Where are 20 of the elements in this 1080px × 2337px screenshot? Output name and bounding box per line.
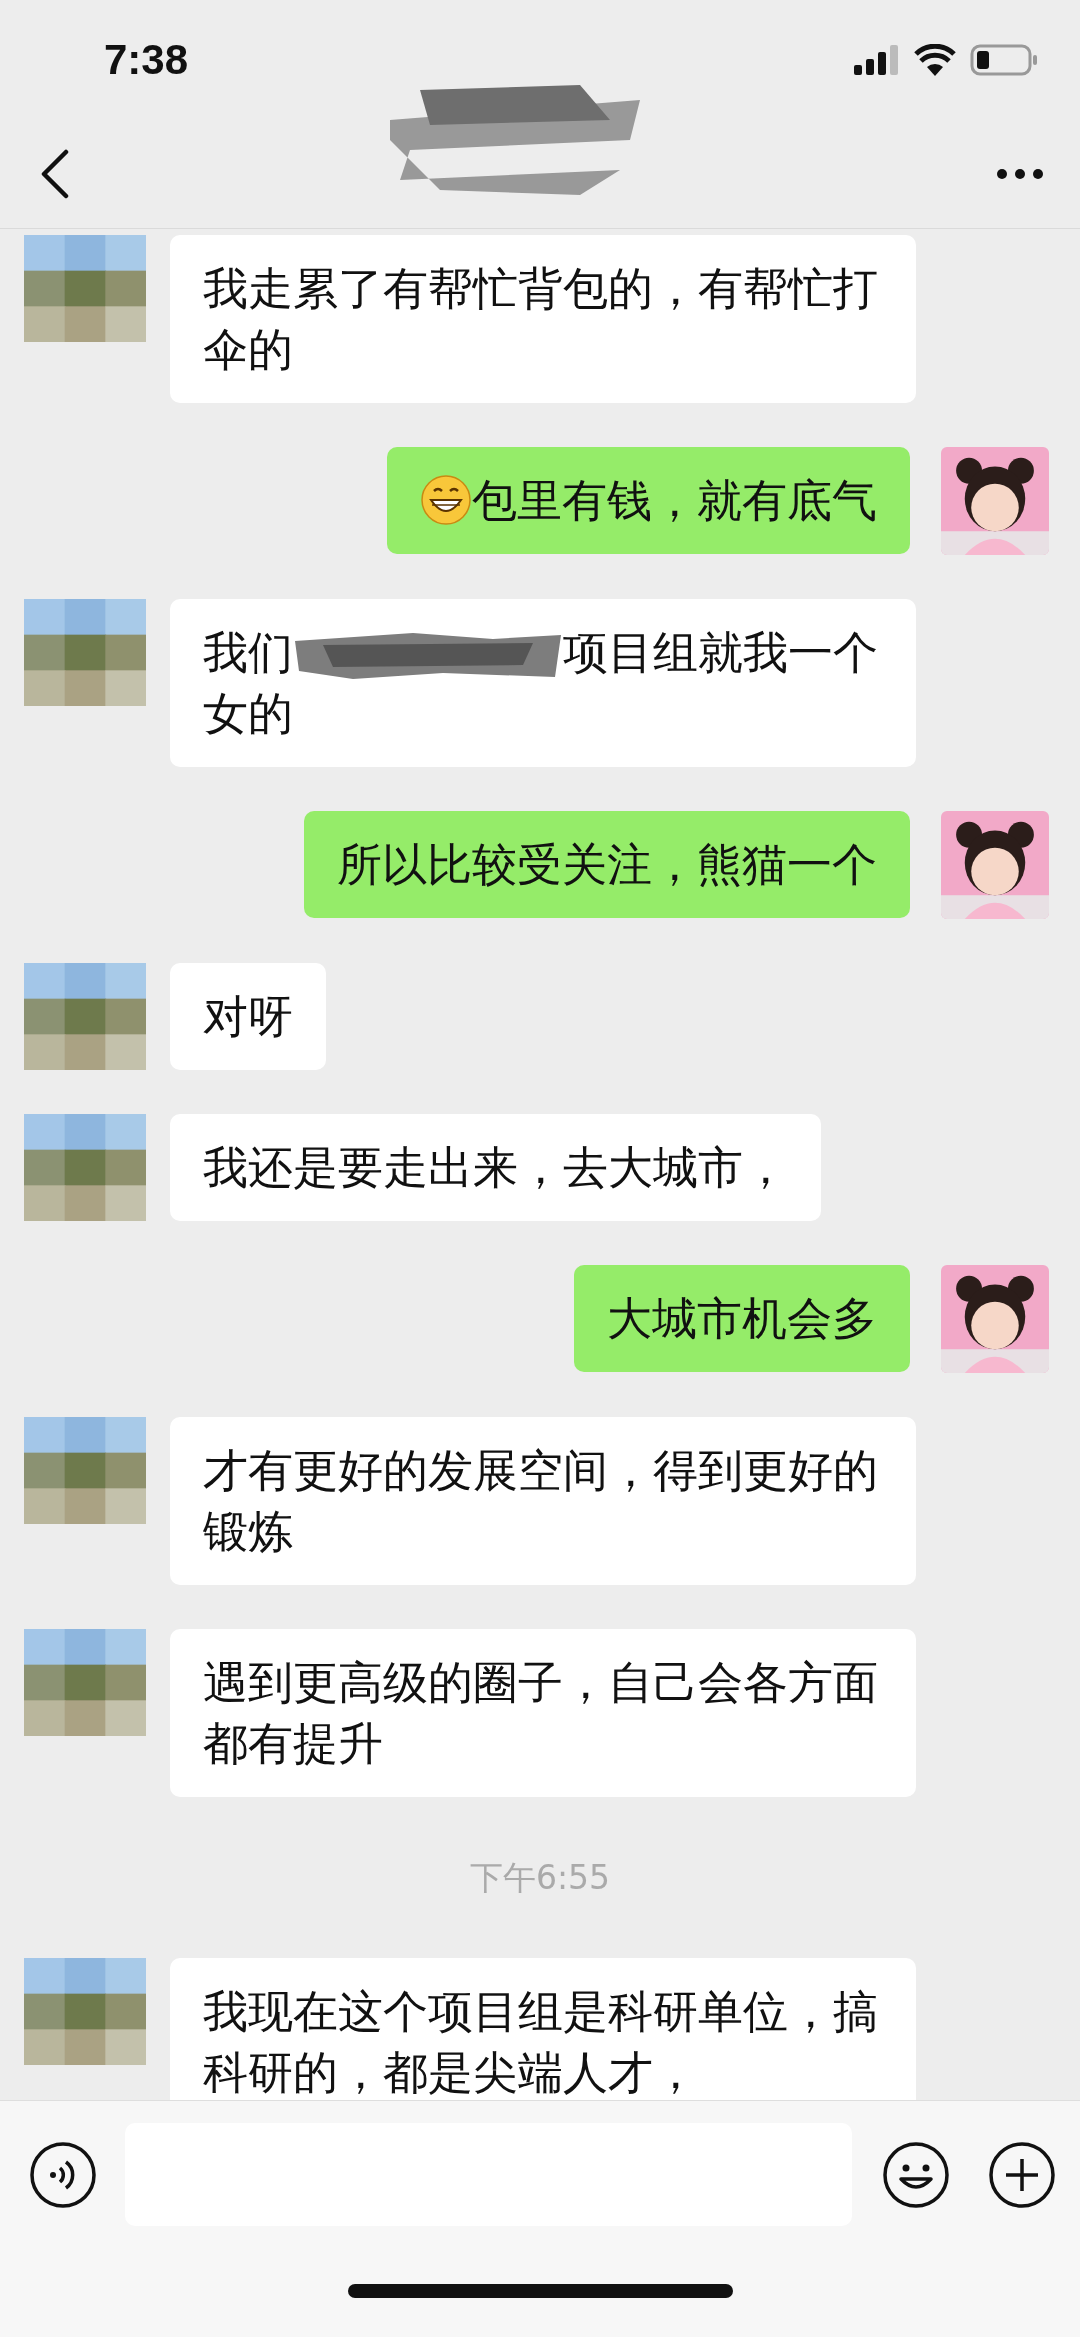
- message-bubble: 我现在这个项目组是科研单位，搞科研的，都是尖端人才，: [170, 1958, 916, 2100]
- message-bubble: 我还是要走出来，去大城市，: [170, 1114, 821, 1221]
- battery-icon: [970, 44, 1040, 76]
- message-bubble: 我走累了有帮忙背包的，有帮忙打伞的: [170, 235, 916, 403]
- wifi-icon: [914, 44, 956, 76]
- message-bubble: 对呀: [170, 963, 326, 1070]
- more-icon[interactable]: [996, 168, 1044, 180]
- timestamp: 下午6:55: [469, 1857, 611, 1899]
- message-bubble: 遇到更高级的圈子，自己会各方面都有提升: [170, 1629, 916, 1797]
- message-bubble: 我们 项目组就我一个女的: [170, 599, 916, 767]
- voice-icon[interactable]: [29, 2140, 97, 2209]
- message-bubble: 所以比较受关注，熊猫一个: [304, 811, 910, 918]
- back-icon[interactable]: [40, 149, 70, 199]
- status-time: 7:38: [104, 36, 190, 84]
- message-bubble: 才有更好的发展空间，得到更好的锻炼: [170, 1417, 916, 1585]
- emoji-icon[interactable]: [882, 2140, 950, 2209]
- message-bubble: 包里有钱，就有底气: [387, 447, 910, 554]
- signal-icon: [854, 45, 900, 75]
- add-icon[interactable]: [988, 2140, 1056, 2209]
- message-bubble: 大城市机会多: [574, 1265, 910, 1372]
